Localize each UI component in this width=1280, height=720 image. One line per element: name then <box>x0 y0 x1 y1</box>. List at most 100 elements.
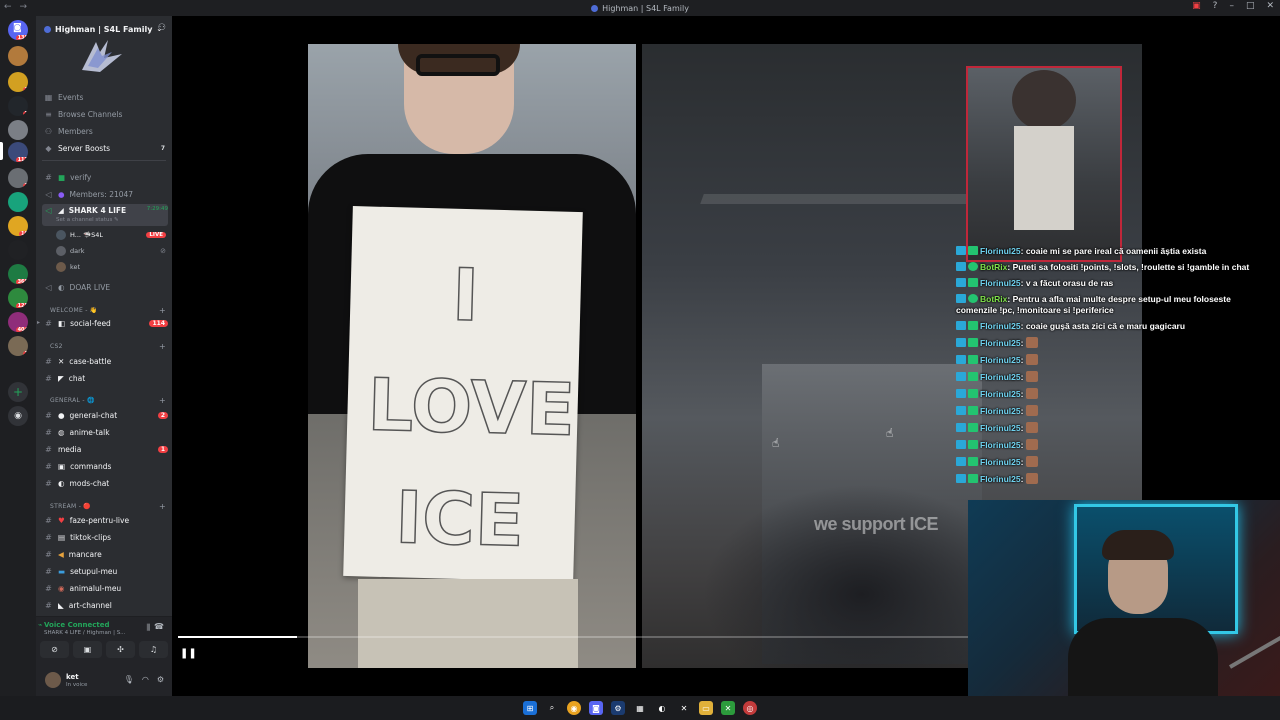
voice-user-name: ket <box>70 263 81 271</box>
channel-animalul-meu[interactable]: # ◉ animalul-meu <box>42 581 168 596</box>
menu-browse-channels[interactable]: ≡ Browse Channels <box>42 107 168 122</box>
category-general[interactable]: GENERAL - 🌐 + <box>50 394 166 406</box>
close-button[interactable]: ✕ <box>1266 1 1274 11</box>
menu-server-boosts[interactable]: ◆ Server Boosts 7 <box>42 141 168 156</box>
screen-share-button[interactable]: ▣ <box>73 641 102 658</box>
server-icon-10[interactable]: 128 <box>8 288 28 308</box>
activities-button[interactable]: ✣ <box>106 641 135 658</box>
inbox-icon[interactable]: ▣ <box>1192 1 1201 11</box>
chat-username: Florinul25 <box>980 321 1021 331</box>
chat-text: Puteti sa folositi !points, !slots, !rou… <box>1012 262 1250 272</box>
channel-verify[interactable]: # ■ verify <box>42 170 168 185</box>
pause-button[interactable]: ❚❚ <box>180 648 197 659</box>
server-header[interactable]: Highman | S4L Family ⌄ ⚇ <box>36 16 172 42</box>
maximize-button[interactable]: □ <box>1246 1 1255 11</box>
add-server-icon[interactable]: + <box>8 382 28 402</box>
forward-arrow-icon[interactable]: → <box>20 2 28 12</box>
server-icon-1[interactable] <box>8 46 28 66</box>
stream-viewer[interactable]: I LOVE ICE we support ICE Florinul25: coai… <box>172 16 1280 696</box>
category-stream[interactable]: STREAM - 🔴 + <box>50 500 166 512</box>
add-channel-icon[interactable]: + <box>159 342 166 351</box>
noise-suppression-icon[interactable]: ⫼ <box>146 623 150 633</box>
channel-general-chat[interactable]: # ● general-chat 2 <box>42 408 168 423</box>
user-avatar[interactable] <box>45 672 61 688</box>
category-welcome[interactable]: WELCOME - 👋 + <box>50 304 166 316</box>
server-icon-11[interactable]: 404 <box>8 312 28 332</box>
server-badge: 3 <box>22 111 28 116</box>
back-arrow-icon[interactable]: ← <box>4 2 12 12</box>
voice-user-host[interactable]: H... 🦈S4L LIVE <box>56 228 166 242</box>
voice-user-dark[interactable]: dark ⊘ <box>56 244 166 258</box>
unread-badge: 114 <box>149 320 168 327</box>
chat-emote-icon <box>1025 439 1038 450</box>
voice-user-ket[interactable]: ket <box>56 260 166 274</box>
direct-messages-button[interactable]: ◙ 130 <box>8 20 28 40</box>
menu-events[interactable]: ▦ Events <box>42 90 168 105</box>
disconnect-icon[interactable]: ☎ <box>154 622 164 631</box>
chat-emote-icon <box>1025 388 1038 399</box>
doar-live-label: DOAR LIVE <box>69 283 111 292</box>
channel-mods-chat[interactable]: # ◐ mods-chat <box>42 476 168 491</box>
help-icon[interactable]: ? <box>1213 1 1218 11</box>
server-icon-8[interactable] <box>8 240 28 260</box>
server-icon-9[interactable]: 369 <box>8 264 28 284</box>
channel-media[interactable]: # media 1 <box>42 442 168 457</box>
start-button[interactable]: ⊞ <box>523 701 537 715</box>
chat-username: Florinul25 <box>980 440 1021 450</box>
channel-doar-live[interactable]: ◁ ◐ DOAR LIVE <box>42 280 168 295</box>
menu-members[interactable]: ⚇ Members <box>42 124 168 139</box>
video-progress-bar[interactable] <box>178 636 968 638</box>
microphone-icon[interactable]: 🎙︎ <box>124 675 134 684</box>
xbox-button[interactable]: ✕ <box>721 701 735 715</box>
channel-faze-pentru-live[interactable]: # ♥ faze-pentru-live <box>42 513 168 528</box>
invite-people-icon[interactable]: ⚇ <box>158 23 166 33</box>
channel-setupul-meu[interactable]: # ▬ setupul-meu <box>42 564 168 579</box>
app-button-3[interactable]: ✕ <box>677 701 691 715</box>
channel-anime-talk[interactable]: # ◍ anime-talk <box>42 425 168 440</box>
channel-mancare[interactable]: # ◀ mancare <box>42 547 168 562</box>
discord-button[interactable]: ◙ <box>589 701 603 715</box>
app-button-1[interactable]: ▦ <box>633 701 647 715</box>
search-button[interactable]: ⌕ <box>545 701 559 715</box>
camera-off-button[interactable]: ⊘ <box>40 641 69 658</box>
channel-art-channel[interactable]: # ◣ art-channel <box>42 598 168 613</box>
channel-case-battle[interactable]: # ✕ case-battle <box>42 354 168 369</box>
add-channel-icon[interactable]: + <box>159 396 166 405</box>
progress-fill <box>178 636 297 638</box>
subscriber-badge-icon <box>968 278 978 287</box>
channel-status-hint[interactable]: Set a channel status ✎ <box>56 217 119 223</box>
add-channel-icon[interactable]: + <box>159 306 166 315</box>
server-icon-5[interactable]: 2 <box>8 168 28 188</box>
discover-icon[interactable]: ◉ <box>8 406 28 426</box>
soundboard-button[interactable]: ♫ <box>139 641 168 658</box>
category-cs2[interactable]: CS2 + <box>50 340 166 352</box>
server-icon-highman[interactable]: 117 <box>8 142 28 162</box>
file-explorer-button[interactable]: ▭ <box>699 701 713 715</box>
server-icon-3[interactable]: 3 <box>8 96 28 116</box>
subscriber-badge-icon <box>968 440 978 449</box>
server-icon-4[interactable] <box>8 120 28 140</box>
channel-social-feed[interactable]: # ◧ social-feed 114 <box>42 316 168 331</box>
headphones-icon[interactable]: ◠ <box>142 675 149 684</box>
minimize-button[interactable]: – <box>1229 1 1234 11</box>
server-icon-7[interactable]: 10 <box>8 216 28 236</box>
channel-chat[interactable]: # ◤ chat <box>42 371 168 386</box>
add-channel-icon[interactable]: + <box>159 502 166 511</box>
server-icon-12[interactable]: 1 <box>8 336 28 356</box>
channel-commands[interactable]: # ▣ commands <box>42 459 168 474</box>
voice-location[interactable]: SHARK 4 LIFE / Highman | S... <box>44 630 125 636</box>
app-button-2[interactable]: ◐ <box>655 701 669 715</box>
steam-button[interactable]: ⚙ <box>611 701 625 715</box>
server-icon-6[interactable] <box>8 192 28 212</box>
chat-username: BotRix <box>980 294 1008 304</box>
media-label: media <box>58 445 82 454</box>
collapse-arrow-icon[interactable]: ▸ <box>37 319 40 326</box>
server-icon-2[interactable]: 2 <box>8 72 28 92</box>
channel-tiktok-clips[interactable]: # ▤ tiktok-clips <box>42 530 168 545</box>
settings-gear-icon[interactable]: ⚙ <box>157 675 164 684</box>
app-button-4[interactable]: ◎ <box>743 701 757 715</box>
channel-members-count[interactable]: ◁ ● Members: 21047 <box>42 187 168 202</box>
username: ket <box>66 673 79 681</box>
chrome-button[interactable]: ◉ <box>567 701 581 715</box>
chat-username: Florinul25 <box>980 423 1021 433</box>
